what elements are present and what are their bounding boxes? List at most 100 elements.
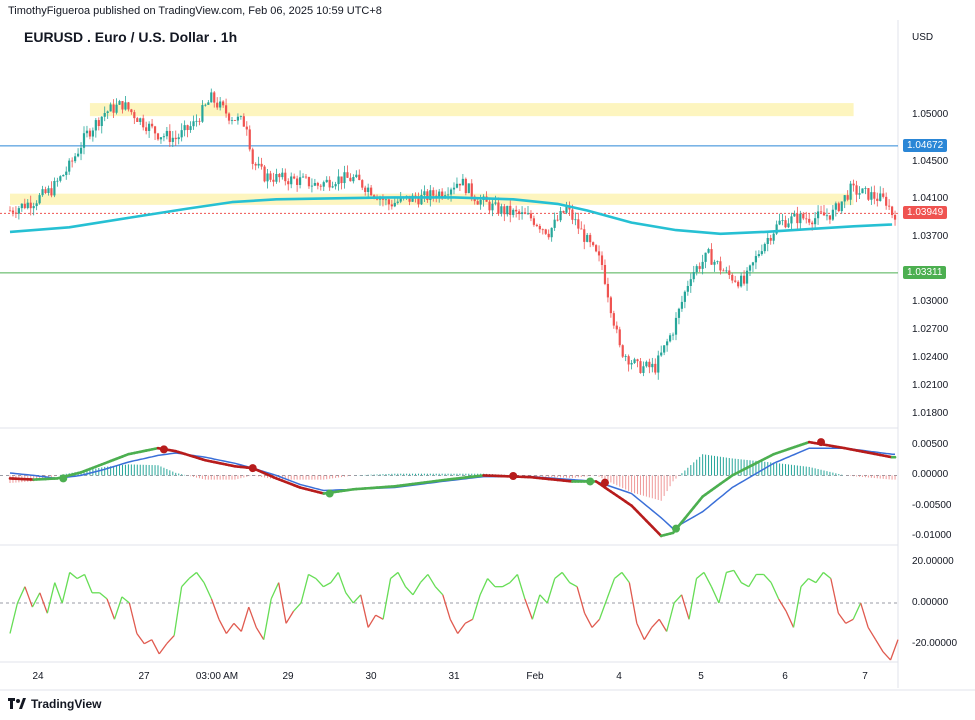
candle-body [106,111,109,113]
candle-body [230,120,234,121]
candle-body [53,181,56,196]
time-axis-label: 24 [32,671,44,682]
candle-body [879,193,882,201]
candle-body [168,130,171,142]
tradingview-brand[interactable]: TradingView [8,697,101,711]
candle-body [192,121,195,127]
candle-body [648,361,651,368]
candle-body [651,363,654,368]
candle-body [367,187,370,192]
candle-body [666,341,669,346]
candle-body [633,359,636,363]
time-axis-label: 4 [616,671,622,682]
candle-body [725,270,728,272]
candle-body [674,317,678,335]
candle-body [136,118,139,122]
candle-body [814,218,817,225]
candle-body [612,313,615,326]
candle-body [316,182,319,186]
currency-label[interactable]: USD [912,32,933,43]
candle-body [343,172,346,184]
candle-body [529,213,533,219]
candle-body [239,116,242,118]
candle-body [677,308,681,318]
oscillator-axis-label: -20.00000 [912,637,958,649]
candle-body [778,220,781,225]
candle-body [227,113,231,121]
macd-sell-dot [817,438,826,447]
candle-body [618,329,621,346]
candle-body [432,190,435,196]
candle-body [509,205,512,215]
candle-body [491,203,494,211]
candle-body [14,212,18,214]
candle-body [701,261,704,269]
candle-body [396,201,399,203]
candle-body [663,345,666,353]
tradingview-logo-icon [8,698,26,709]
macd-axis-label: 0.00000 [912,469,949,481]
candle-body [559,211,562,221]
candle-body [159,137,163,140]
candle-body [861,188,864,194]
price-axis-label: 1.03000 [912,295,949,307]
candle-body [695,266,698,273]
candle-body [35,203,38,207]
candle-body [269,173,272,180]
candle-body [248,129,251,150]
candle-body [500,206,503,214]
symbol-title[interactable]: EURUSD . Euro / U.S. Dollar . 1h [24,29,237,45]
candle-body [858,193,861,195]
candle-body [571,209,574,220]
candle-body [870,192,873,200]
candle-body [657,355,660,373]
candle-body [671,334,675,336]
candle-body [213,92,216,103]
candle-body [307,177,311,187]
candle-body [594,245,598,252]
candle-body [766,237,769,245]
candle-body [121,101,124,110]
candle-body [683,291,686,302]
candle-body [893,215,897,220]
candle-body [198,120,201,122]
candle-body [245,126,248,130]
candle-body [692,272,695,280]
candle-body [278,173,281,178]
time-axis-label: 29 [282,671,294,682]
candle-body [11,210,15,213]
candle-body [808,218,811,223]
candle-body [183,125,186,131]
candle-body [65,171,68,176]
candle-body [707,249,710,253]
candle-body [843,195,846,202]
candle-body [748,265,752,271]
time-axis-label: 31 [448,671,460,682]
candle-body [597,251,601,256]
candle-body [390,204,393,207]
candle-body [272,179,275,182]
candle-body [393,202,396,207]
candle-body [867,188,870,200]
candle-body [885,196,888,206]
candle-body [476,201,479,205]
candle-body [210,92,213,103]
candle-body [470,183,473,197]
candle-body [515,209,518,212]
time-axis-label: 6 [782,671,788,682]
tradingview-chart[interactable] [0,0,975,720]
candle-body [337,176,340,185]
candle-body [754,256,758,263]
candle-body [799,213,802,224]
highlight-zone [10,193,854,205]
candle-body [233,120,237,121]
candle-body [165,130,168,137]
candle-body [361,180,364,188]
candle-body [882,193,885,197]
price-axis-label: 1.05000 [912,109,949,121]
candle-body [464,178,467,194]
candle-body [790,216,793,224]
candle-body [784,220,787,228]
candle-body [118,101,121,105]
candle-body [358,174,361,181]
